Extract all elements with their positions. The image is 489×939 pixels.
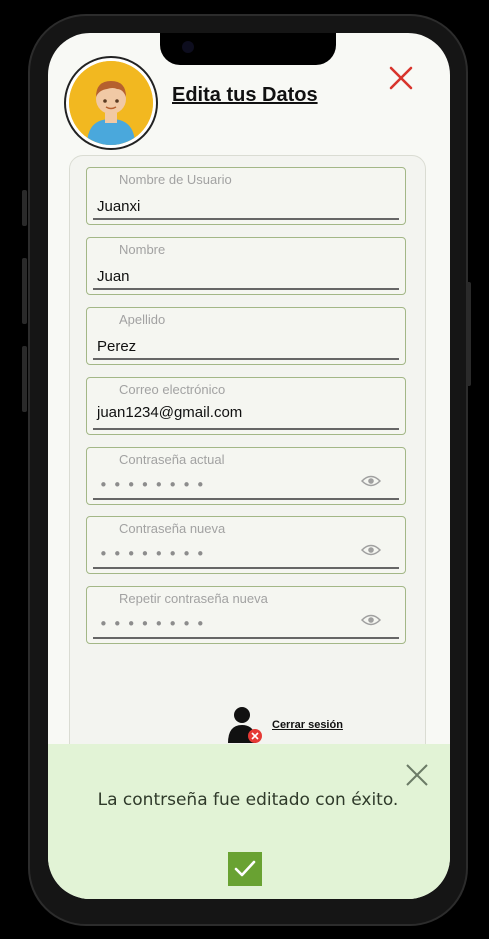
logout-button[interactable]: Cerrar sesión (226, 705, 366, 743)
eye-icon[interactable] (361, 613, 381, 627)
toast-message: La contrseña fue editado con éxito. (97, 790, 399, 810)
first-name-input[interactable]: Juan (97, 268, 130, 285)
close-button[interactable] (386, 63, 416, 93)
toast-close-button[interactable] (404, 762, 430, 788)
username-input[interactable]: Juanxi (97, 198, 140, 215)
phone-power-button (466, 282, 471, 386)
success-toast: La contrseña fue editado con éxito. (48, 744, 450, 899)
repeat-password-label: Repetir contraseña nueva (119, 591, 268, 606)
camera-icon (182, 41, 194, 53)
checkmark-icon (234, 860, 256, 877)
username-field[interactable]: Nombre de Usuario Juanxi (86, 167, 406, 225)
page-title: Edita tus Datos (172, 84, 318, 106)
user-logout-icon (228, 707, 262, 743)
field-underline (93, 498, 399, 500)
close-icon (389, 66, 413, 90)
current-password-input[interactable]: •••••••• (99, 476, 210, 494)
app-screen: Edita tus Datos Nombre de Usuario Juanxi… (48, 33, 450, 899)
phone-mute-button (22, 190, 27, 226)
user-avatar-icon (69, 61, 153, 145)
new-password-label: Contraseña nueva (119, 521, 226, 536)
first-name-field[interactable]: Nombre Juan (86, 237, 406, 295)
field-underline (93, 428, 399, 430)
last-name-field[interactable]: Apellido Perez (86, 307, 406, 365)
logout-label: Cerrar sesión (272, 719, 343, 731)
field-underline (93, 637, 399, 639)
email-field[interactable]: Correo electrónico juan1234@gmail.com (86, 377, 406, 435)
phone-volume-down-button (22, 346, 27, 412)
eye-icon[interactable] (361, 474, 381, 488)
avatar[interactable] (66, 58, 156, 148)
current-password-field[interactable]: Contraseña actual •••••••• (86, 447, 406, 505)
new-password-field[interactable]: Contraseña nueva •••••••• (86, 516, 406, 574)
repeat-password-input[interactable]: •••••••• (99, 615, 210, 633)
current-password-label: Contraseña actual (119, 452, 225, 467)
last-name-label: Apellido (119, 312, 166, 327)
phone-volume-up-button (22, 258, 27, 324)
repeat-password-field[interactable]: Repetir contraseña nueva •••••••• (86, 586, 406, 644)
phone-notch (160, 33, 336, 65)
new-password-input[interactable]: •••••••• (99, 545, 210, 563)
field-underline (93, 358, 399, 360)
last-name-input[interactable]: Perez (97, 338, 136, 355)
field-underline (93, 567, 399, 569)
field-underline (93, 288, 399, 290)
email-label: Correo electrónico (119, 382, 226, 397)
close-icon (406, 764, 428, 786)
username-label: Nombre de Usuario (119, 172, 232, 187)
email-input[interactable]: juan1234@gmail.com (97, 404, 242, 421)
field-underline (93, 218, 399, 220)
first-name-label: Nombre (119, 242, 166, 257)
confirm-button[interactable] (228, 852, 262, 886)
eye-icon[interactable] (361, 543, 381, 557)
